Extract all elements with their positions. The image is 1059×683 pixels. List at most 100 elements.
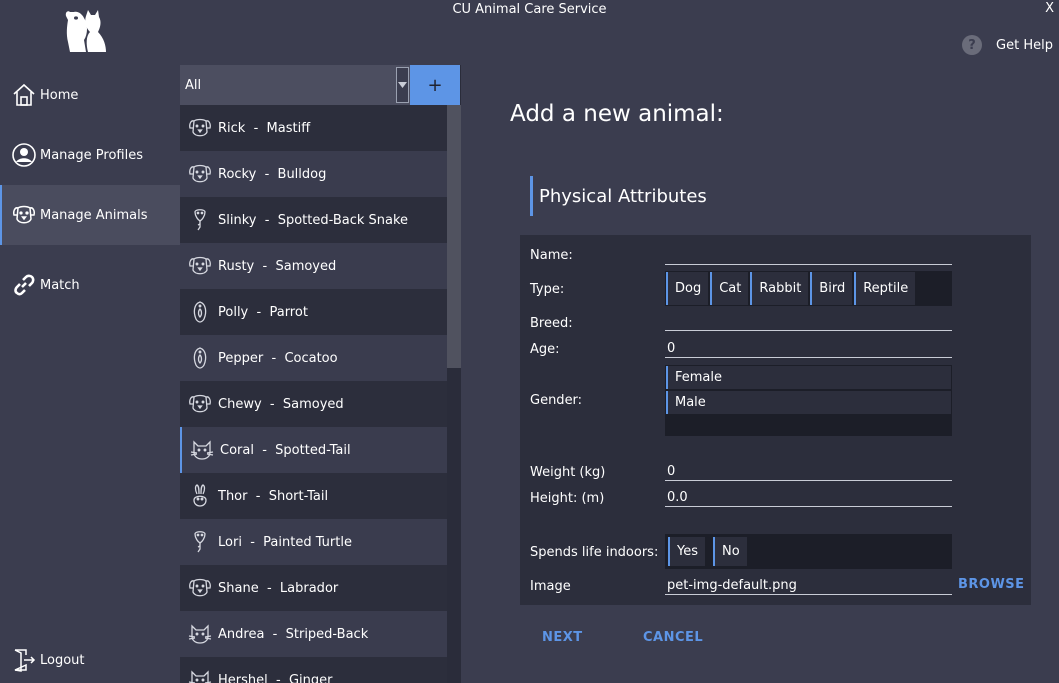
- indoors-selector: Yes No: [665, 534, 952, 569]
- age-field[interactable]: 0: [665, 338, 952, 358]
- get-help-button[interactable]: ? Get Help: [962, 35, 1053, 55]
- animal-label: Chewy - Samoyed: [218, 396, 344, 412]
- close-button[interactable]: X: [1045, 1, 1054, 16]
- gender-option-male[interactable]: Male: [666, 391, 951, 414]
- section-title-text: Physical Attributes: [539, 185, 707, 207]
- page-title: Add a new animal:: [510, 101, 724, 127]
- dog-icon: [188, 575, 212, 601]
- nav-item-manage-profiles[interactable]: Manage Profiles: [0, 125, 180, 185]
- nav-label-manage-animals: Manage Animals: [40, 207, 148, 223]
- weight-field[interactable]: 0: [665, 461, 952, 481]
- help-icon: ?: [962, 35, 983, 55]
- next-button[interactable]: NEXT: [542, 630, 583, 645]
- user-profile-icon: [11, 142, 37, 168]
- type-option-rabbit[interactable]: Rabbit: [750, 272, 809, 305]
- physical-attributes-form: Name: Type: Dog Cat Rabbit Bird Reptile Bree…: [520, 235, 1031, 605]
- reptile-icon: [188, 529, 212, 555]
- animal-label: Lori - Painted Turtle: [218, 534, 352, 550]
- animal-list-item[interactable]: Hershel - Ginger: [180, 657, 447, 683]
- type-option-bird[interactable]: Bird: [810, 272, 853, 305]
- type-label: Type:: [530, 282, 565, 297]
- nav-label-home: Home: [40, 87, 79, 103]
- animal-list-item[interactable]: Rusty - Samoyed: [180, 243, 447, 289]
- cancel-button[interactable]: CANCEL: [643, 630, 703, 645]
- sidebar-nav: Home Manage Profiles Manage Animals Matc…: [0, 65, 180, 683]
- animal-label: Rick - Mastiff: [218, 120, 311, 136]
- height-field[interactable]: 0.0: [665, 487, 952, 507]
- animal-list: Rick - Mastiff Rocky - Bulldog Slinky - Sp…: [180, 105, 447, 683]
- app-window: CU Animal Care Service X ? Get Help Home…: [0, 0, 1059, 683]
- animal-label: Rusty - Samoyed: [218, 258, 337, 274]
- animal-list-item[interactable]: Rick - Mastiff: [180, 105, 447, 151]
- bird-icon: [188, 299, 212, 325]
- weight-label: Weight (kg): [530, 465, 606, 480]
- image-field[interactable]: pet-img-default.png: [665, 575, 952, 595]
- reptile-icon: [188, 207, 212, 233]
- dog-icon: [188, 115, 212, 141]
- list-scrollbar-thumb[interactable]: [447, 105, 461, 368]
- section-title: Physical Attributes: [530, 176, 707, 216]
- dog-icon: [188, 391, 212, 417]
- image-label: Image: [530, 579, 571, 594]
- title-bar: CU Animal Care Service X: [0, 0, 1059, 22]
- cat-icon: [188, 667, 212, 683]
- animal-list-item[interactable]: Polly - Parrot: [180, 289, 447, 335]
- animal-list-item[interactable]: Lori - Painted Turtle: [180, 519, 447, 565]
- nav-label-manage-profiles: Manage Profiles: [40, 147, 143, 163]
- indoors-option-no[interactable]: No: [713, 537, 747, 566]
- nav-item-match[interactable]: Match: [0, 255, 180, 315]
- dog-icon: [188, 253, 212, 279]
- animal-list-item[interactable]: Pepper - Cocatoo: [180, 335, 447, 381]
- animal-label: Andrea - Striped-Back: [218, 626, 369, 642]
- height-label: Height: (m): [530, 491, 605, 506]
- link-icon: [11, 272, 37, 298]
- animal-list-item[interactable]: Shane - Labrador: [180, 565, 447, 611]
- chevron-down-icon[interactable]: [396, 67, 409, 103]
- nav-item-home[interactable]: Home: [0, 65, 180, 125]
- animal-label: Rocky - Bulldog: [218, 166, 327, 182]
- breed-label: Breed:: [530, 316, 573, 331]
- animal-label: Shane - Labrador: [218, 580, 339, 596]
- animal-label: Thor - Short-Tail: [218, 488, 329, 504]
- get-help-label: Get Help: [996, 37, 1053, 53]
- home-icon: [11, 82, 37, 108]
- rabbit-icon: [188, 483, 212, 509]
- indoors-label: Spends life indoors:: [530, 545, 659, 560]
- nav-item-manage-animals[interactable]: Manage Animals: [0, 185, 180, 245]
- add-animal-panel: Add a new animal: Physical Attributes Na…: [461, 65, 1059, 683]
- animal-list-item[interactable]: Andrea - Striped-Back: [180, 611, 447, 657]
- type-option-dog[interactable]: Dog: [666, 272, 709, 305]
- indoors-option-yes[interactable]: Yes: [668, 537, 705, 566]
- age-label: Age:: [530, 342, 560, 357]
- nav-label-match: Match: [40, 277, 80, 293]
- name-label: Name:: [530, 248, 573, 263]
- window-title: CU Animal Care Service: [452, 2, 607, 17]
- bird-icon: [188, 345, 212, 371]
- logout-label: Logout: [40, 652, 85, 668]
- type-option-cat[interactable]: Cat: [710, 272, 749, 305]
- animal-list-item[interactable]: Chewy - Samoyed: [180, 381, 447, 427]
- breed-field[interactable]: [665, 311, 952, 331]
- animal-list-item[interactable]: Coral - Spotted-Tail: [180, 427, 447, 473]
- cat-icon: [188, 621, 212, 647]
- animal-label: Coral - Spotted-Tail: [220, 442, 351, 458]
- browse-button[interactable]: BROWSE: [958, 577, 1025, 592]
- gender-option-female[interactable]: Female: [666, 366, 951, 389]
- name-field[interactable]: [665, 245, 952, 265]
- animal-list-item[interactable]: Slinky - Spotted-Back Snake: [180, 197, 447, 243]
- add-animal-button[interactable]: +: [410, 65, 460, 105]
- gender-label: Gender:: [530, 393, 583, 408]
- gender-selector: Female Male: [665, 365, 952, 436]
- cat-icon: [190, 437, 214, 463]
- type-selector: Dog Cat Rabbit Bird Reptile: [665, 271, 952, 306]
- logout-button[interactable]: Logout: [0, 643, 180, 677]
- animal-list-panel: All + Rick - Mastiff Rocky - Bulldog Slink…: [180, 65, 461, 683]
- animal-label: Slinky - Spotted-Back Snake: [218, 212, 409, 228]
- dog-icon: [188, 161, 212, 187]
- animal-label: Polly - Parrot: [218, 304, 308, 320]
- animal-list-item[interactable]: Thor - Short-Tail: [180, 473, 447, 519]
- animal-filter-dropdown[interactable]: All: [180, 65, 410, 105]
- type-option-reptile[interactable]: Reptile: [854, 272, 916, 305]
- animal-list-item[interactable]: Rocky - Bulldog: [180, 151, 447, 197]
- animal-label: Hershel - Ginger: [218, 672, 333, 683]
